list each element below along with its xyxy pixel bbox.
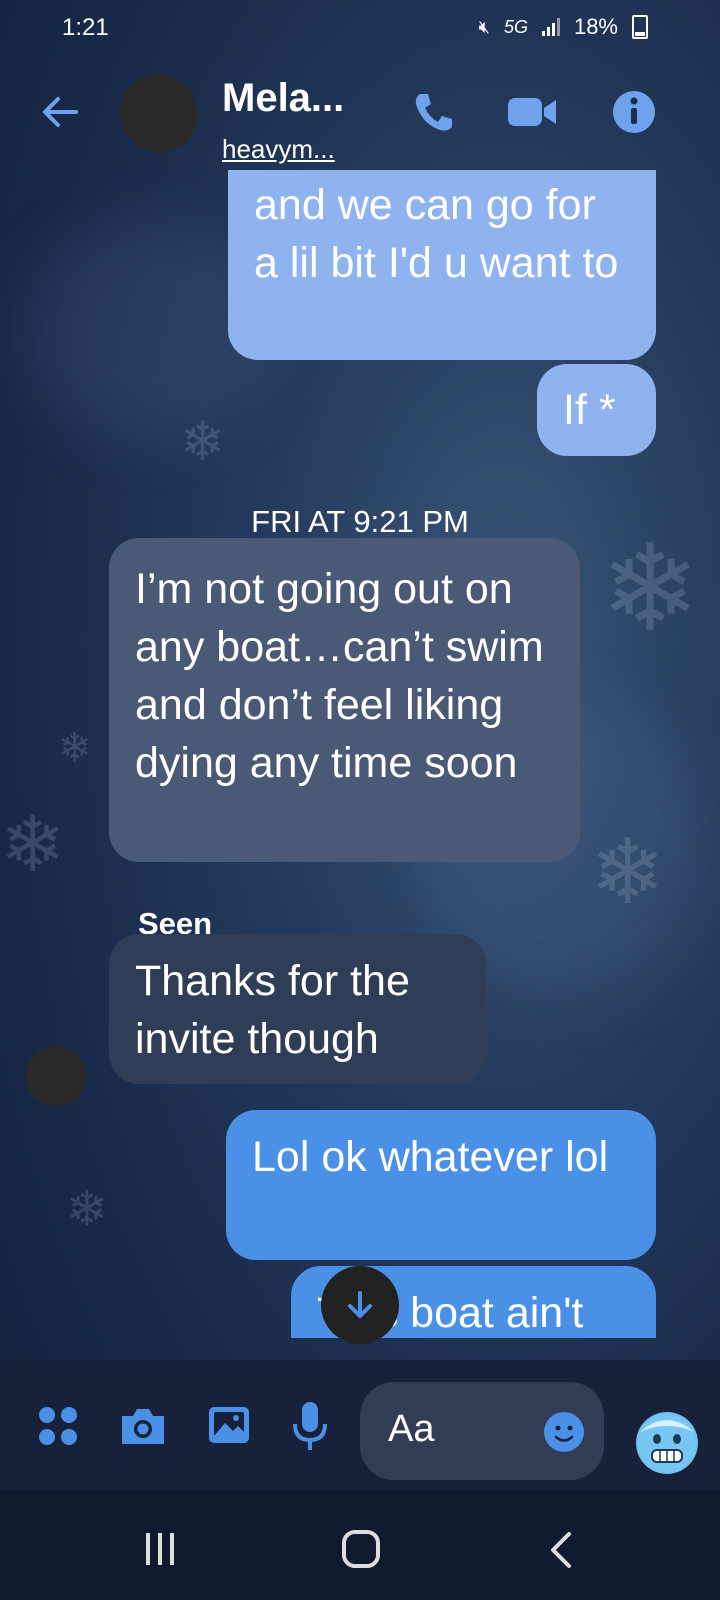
info-icon[interactable]: [610, 88, 658, 136]
system-navigation-bar: [0, 1490, 720, 1600]
message-timestamp: FRI AT 9:21 PM: [251, 504, 469, 539]
cold-face-emoji-icon[interactable]: [636, 1412, 698, 1474]
back-arrow-icon[interactable]: [36, 88, 84, 136]
snowflake-icon: ❄: [600, 520, 701, 659]
camera-icon[interactable]: [118, 1404, 168, 1448]
video-camera-icon[interactable]: [506, 88, 558, 136]
apps-grid-icon[interactable]: [36, 1404, 80, 1448]
emoji-icon[interactable]: [544, 1412, 584, 1452]
message-bubble-outgoing[interactable]: Lol ok whatever lol: [226, 1110, 656, 1260]
message-bubble-outgoing[interactable]: and we can go for a lil bit I'd u want t…: [228, 170, 656, 360]
signal-icon: [541, 18, 560, 36]
message-composer: Aa: [0, 1360, 720, 1490]
scroll-down-button[interactable]: [321, 1266, 399, 1344]
battery-icon: [632, 15, 648, 39]
back-nav-icon[interactable]: [548, 1530, 574, 1570]
snowflake-icon: ❄: [0, 800, 66, 890]
recent-apps-icon[interactable]: [142, 1530, 178, 1568]
snowflake-icon: ❄: [66, 1180, 108, 1238]
snowflake-icon: ❄: [58, 725, 92, 771]
snowflake-icon: ❄: [180, 410, 226, 473]
phone-icon[interactable]: [410, 88, 458, 136]
home-icon[interactable]: [340, 1528, 382, 1570]
message-input-placeholder: Aa: [388, 1408, 435, 1450]
message-bubble-incoming[interactable]: I’m not going out on any boat…can’t swim…: [109, 538, 580, 862]
contact-avatar[interactable]: [120, 74, 198, 152]
mute-icon: 🔇︎: [478, 16, 490, 37]
message-bubble-outgoing[interactable]: If *: [537, 364, 656, 456]
microphone-icon[interactable]: [290, 1400, 330, 1452]
gallery-icon[interactable]: [206, 1402, 252, 1448]
contact-avatar-small: [26, 1046, 86, 1106]
message-bubble-incoming[interactable]: Thanks for the invite though: [109, 934, 486, 1084]
message-input[interactable]: Aa: [360, 1382, 604, 1480]
status-bar: 1:21 🔇︎ 5G 18%: [0, 0, 720, 52]
battery-level: 18%: [573, 14, 618, 39]
network-type: 5G: [503, 16, 528, 37]
snowflake-icon: ❄: [590, 820, 666, 925]
contact-handle[interactable]: heavym...: [222, 134, 335, 165]
chat-header: Mela... heavym...: [0, 52, 720, 170]
status-time: 1:21: [62, 14, 109, 41]
contact-name[interactable]: Mela...: [222, 76, 344, 121]
arrow-down-icon: [348, 1291, 372, 1318]
